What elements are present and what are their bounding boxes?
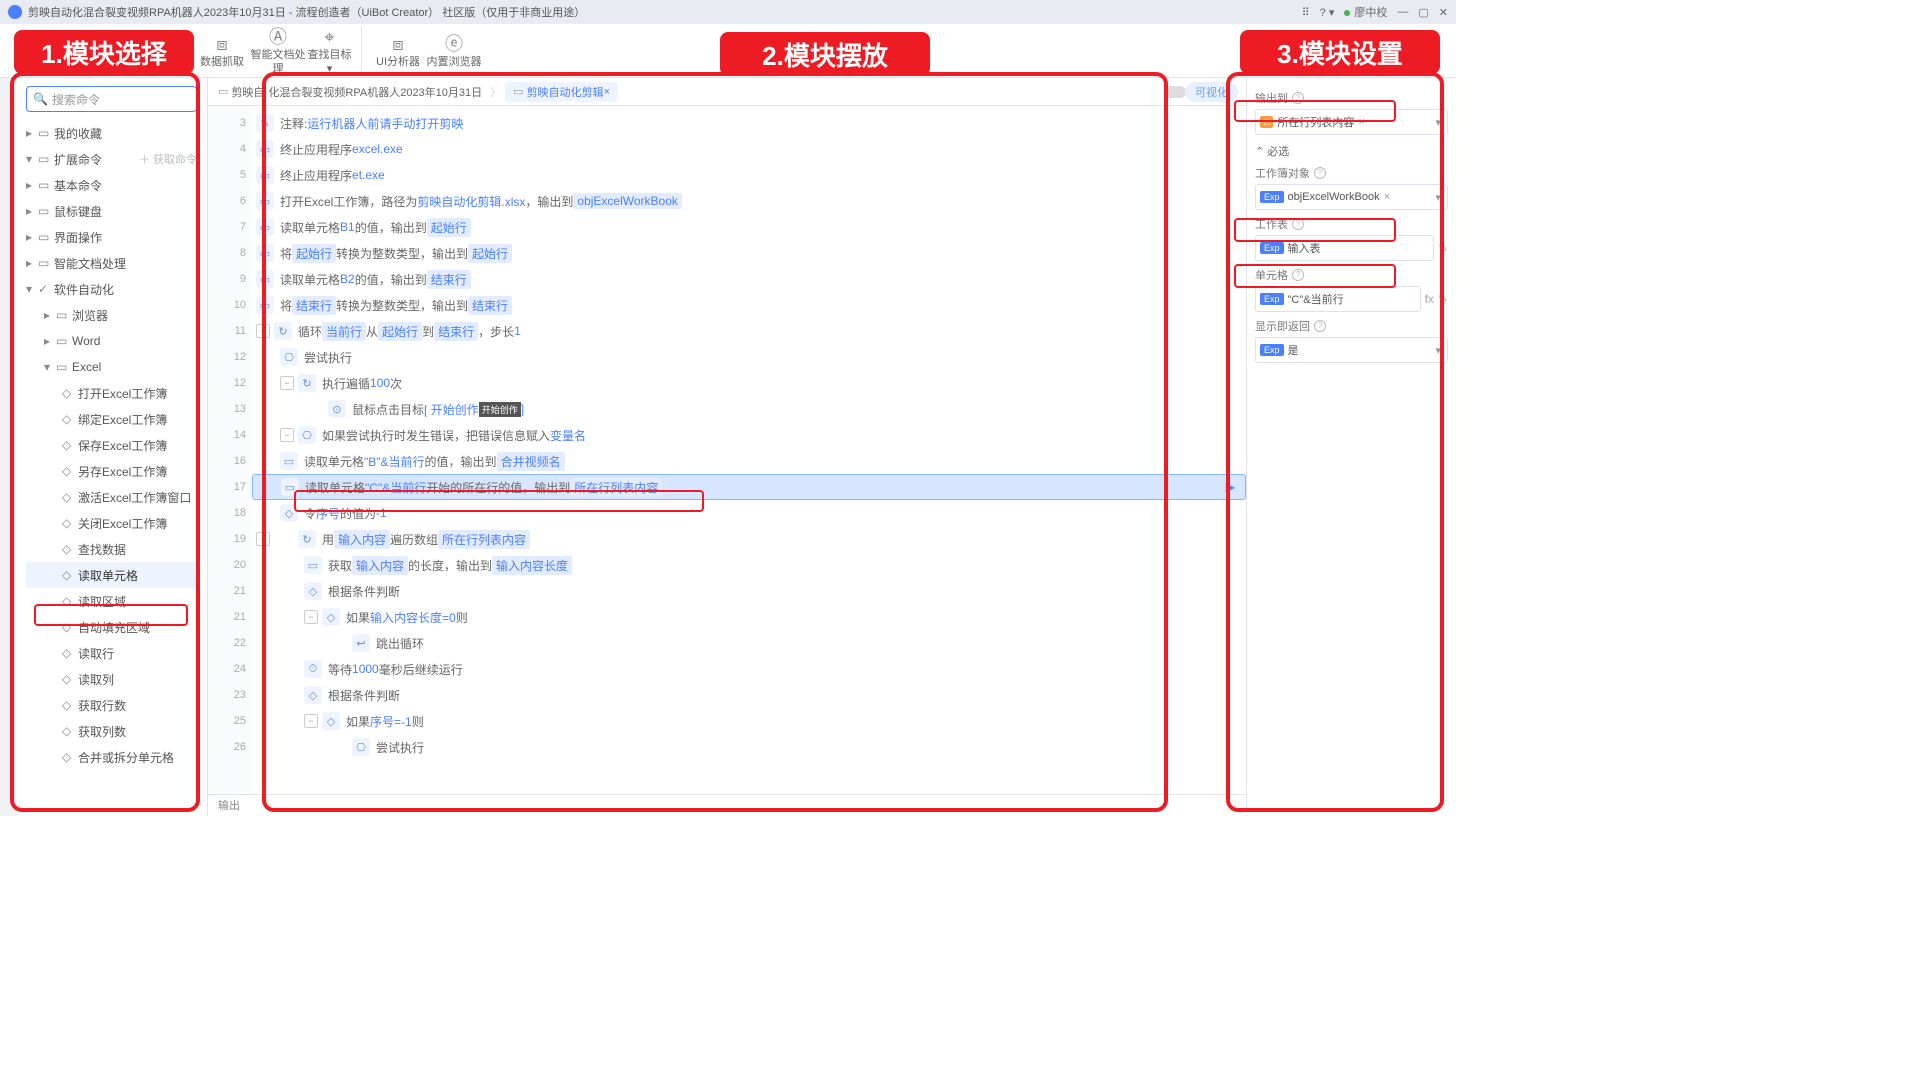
tree-e3[interactable]: ◇保存Excel工作簿 bbox=[26, 432, 197, 458]
tree-e9[interactable]: ◇读取区域 bbox=[26, 588, 197, 614]
tree-e7[interactable]: ◇查找数据 bbox=[26, 536, 197, 562]
prop-workbook-field[interactable]: ExpobjExcelWorkBook×▾ bbox=[1255, 184, 1448, 210]
clear-icon[interactable]: × bbox=[1384, 191, 1390, 203]
command-sidebar: 🔍搜索命令 ▸▭我的收藏 ▾▭扩展命令＋ 获取命令 ▸▭基本命令 ▸▭鼠标键盘 … bbox=[16, 78, 208, 816]
crumb-3[interactable]: ▭剪映自动化剪辑 × bbox=[505, 82, 618, 102]
output-tab[interactable]: 输出 bbox=[208, 794, 1246, 816]
maximize-icon[interactable]: ▢ bbox=[1418, 6, 1428, 19]
selected-line[interactable]: ▭读取单元格 "C"&当前行 开始的所在行的值，输出到 所在行列表内容▶ bbox=[252, 474, 1246, 500]
tree-e8[interactable]: ◇读取单元格 bbox=[26, 562, 197, 588]
tree-mouse[interactable]: ▸▭鼠标键盘 bbox=[26, 198, 197, 224]
ui-analyzer-button[interactable]: ⧈UI分析器 bbox=[370, 33, 426, 69]
close-icon[interactable]: ✕ bbox=[1439, 6, 1448, 19]
crumb-2[interactable]: 化混合裂变视频RPA机器人2023年10月31日 bbox=[268, 84, 482, 100]
prop-sheet-field[interactable]: Exp输入表 bbox=[1255, 235, 1434, 261]
code-lines: ✎注释: 运行机器人前请手动打开剪映 ▭终止应用程序 excel.exe ▭终止… bbox=[252, 106, 1246, 794]
flow-editor: ▭剪映自 化混合裂变视频RPA机器人2023年10月31日 〉 ▭剪映自动化剪辑… bbox=[208, 78, 1246, 816]
line-gutter: 3456789101112121314161718192021212224232… bbox=[208, 106, 252, 794]
properties-panel: 输出到? □所在行列表内容×▾ ⌃必选 工作簿对象? ExpobjExcelWo… bbox=[1246, 78, 1456, 816]
tree-word[interactable]: ▸▭Word bbox=[26, 328, 197, 354]
tree-e11[interactable]: ◇读取行 bbox=[26, 640, 197, 666]
crumb-1[interactable]: ▭剪映自 bbox=[218, 84, 264, 100]
tree-browser[interactable]: ▸▭浏览器 bbox=[26, 302, 197, 328]
tree-ui[interactable]: ▸▭界面操作 bbox=[26, 224, 197, 250]
search-icon: 🔍 bbox=[33, 92, 48, 106]
prop-required-section[interactable]: ⌃必选 bbox=[1255, 143, 1448, 159]
edit-icon[interactable]: ✎ bbox=[1438, 292, 1448, 306]
chevron-down-icon[interactable]: ▾ bbox=[1435, 191, 1441, 204]
help-icon[interactable]: ? ▾ bbox=[1320, 6, 1335, 19]
prop-show-field[interactable]: Exp是▾ bbox=[1255, 337, 1448, 363]
tree-e13[interactable]: ◇获取行数 bbox=[26, 692, 197, 718]
tree-base[interactable]: ▸▭基本命令 bbox=[26, 172, 197, 198]
callout-3: 3.模块设置 bbox=[1240, 30, 1440, 74]
prop-cell-field[interactable]: Exp"C"&当前行 bbox=[1255, 286, 1421, 312]
tree-e14[interactable]: ◇获取列数 bbox=[26, 718, 197, 744]
browser-button[interactable]: ⓔ内置浏览器 bbox=[426, 33, 482, 69]
left-strip bbox=[0, 78, 16, 816]
tree-e15[interactable]: ◇合并或拆分单元格 bbox=[26, 744, 197, 770]
clear-icon[interactable]: × bbox=[1358, 116, 1364, 128]
tree-fav[interactable]: ▸▭我的收藏 bbox=[26, 120, 197, 146]
prop-show-label: 显示即返回? bbox=[1255, 318, 1448, 334]
prop-workbook-label: 工作簿对象? bbox=[1255, 165, 1448, 181]
prop-sheet-label: 工作表? bbox=[1255, 216, 1448, 232]
tree-e12[interactable]: ◇读取列 bbox=[26, 666, 197, 692]
tree-e6[interactable]: ◇关闭Excel工作簿 bbox=[26, 510, 197, 536]
tree-ext[interactable]: ▾▭扩展命令＋ 获取命令 bbox=[26, 146, 197, 172]
tree-e2[interactable]: ◇绑定Excel工作簿 bbox=[26, 406, 197, 432]
run-line-icon[interactable]: ▶ bbox=[1226, 480, 1235, 494]
app-logo-icon bbox=[8, 5, 22, 19]
tree-doc[interactable]: ▸▭智能文档处理 bbox=[26, 250, 197, 276]
target-button[interactable]: ⌖查找目标 ▾ bbox=[306, 26, 362, 76]
callout-2: 2.模块摆放 bbox=[720, 32, 930, 76]
tree-e5[interactable]: ◇激活Excel工作簿窗口 bbox=[26, 484, 197, 510]
tree-e4[interactable]: ◇另存Excel工作簿 bbox=[26, 458, 197, 484]
view-toggle[interactable] bbox=[1164, 86, 1186, 98]
callout-1: 1.模块选择 bbox=[14, 30, 194, 74]
search-input[interactable]: 🔍搜索命令 bbox=[26, 86, 197, 112]
chevron-down-icon[interactable]: ▾ bbox=[1435, 344, 1441, 357]
scrape-button[interactable]: ⧈数据抓取 bbox=[194, 33, 250, 69]
tree-e1[interactable]: ◇打开Excel工作簿 bbox=[26, 380, 197, 406]
user-label[interactable]: 廖中校 bbox=[1344, 4, 1387, 20]
doc-button[interactable]: Ⓐ智能文档处理 bbox=[250, 26, 306, 76]
prop-output-label: 输出到? bbox=[1255, 90, 1448, 106]
window-title: 剪映自动化混合裂变视频RPA机器人2023年10月31日 - 流程创造者（UiB… bbox=[28, 4, 585, 20]
tree-excel[interactable]: ▾▭Excel bbox=[26, 354, 197, 380]
breadcrumb: ▭剪映自 化混合裂变视频RPA机器人2023年10月31日 〉 ▭剪映自动化剪辑… bbox=[208, 78, 1246, 106]
visual-pill[interactable]: 可视化 bbox=[1185, 82, 1238, 102]
edit-icon[interactable]: ✎ bbox=[1438, 241, 1448, 255]
title-bar: 剪映自动化混合裂变视频RPA机器人2023年10月31日 - 流程创造者（UiB… bbox=[0, 0, 1456, 24]
fx-icon[interactable]: fx bbox=[1425, 292, 1434, 306]
prop-cell-label: 单元格? bbox=[1255, 267, 1448, 283]
prop-output-field[interactable]: □所在行列表内容×▾ bbox=[1255, 109, 1448, 135]
chevron-down-icon[interactable]: ▾ bbox=[1435, 116, 1441, 129]
tree-e10[interactable]: ◇自动填充区域 bbox=[26, 614, 197, 640]
minimize-icon[interactable]: — bbox=[1397, 6, 1408, 18]
tree-soft[interactable]: ▾✓软件自动化 bbox=[26, 276, 197, 302]
grid-icon[interactable]: ⠿ bbox=[1302, 6, 1310, 19]
